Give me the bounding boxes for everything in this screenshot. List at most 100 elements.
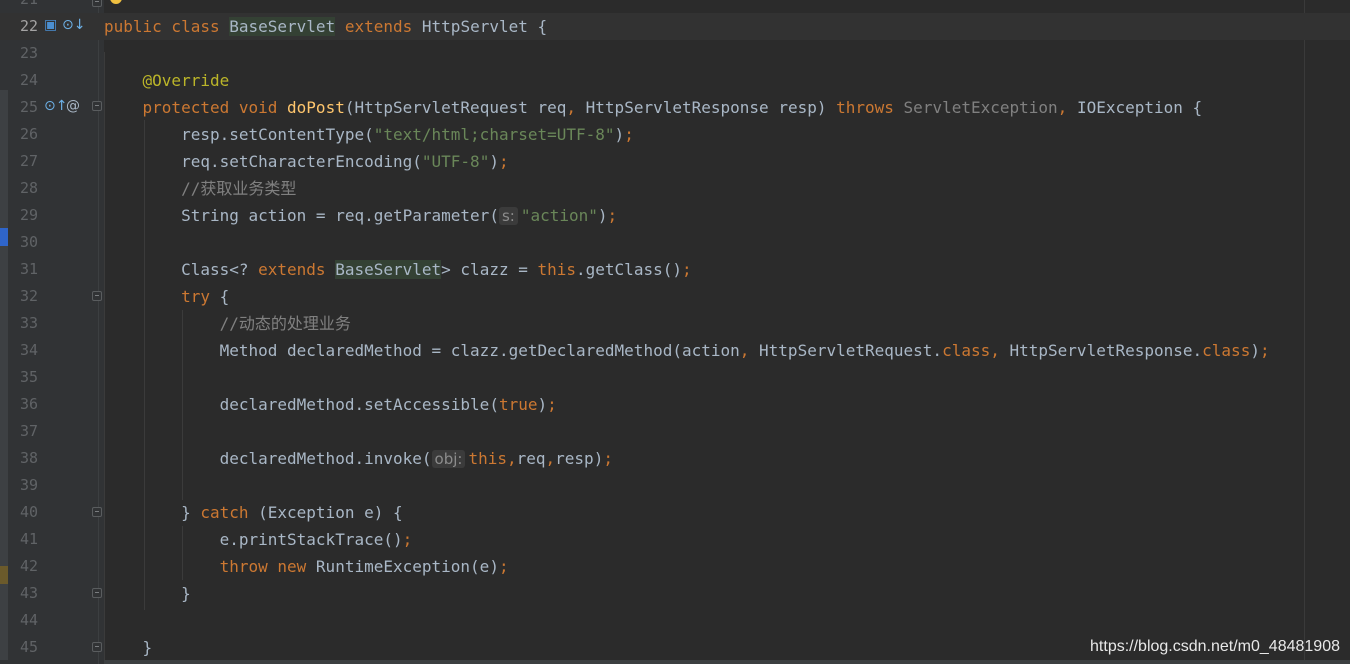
code-text[interactable]: Class<? extends BaseServlet> clazz = thi… [104,256,692,283]
line-number[interactable]: 35 [4,364,38,391]
code-line[interactable]: 26 resp.setContentType("text/html;charse… [0,121,1350,148]
line-number[interactable]: 24 [4,67,38,94]
line-number[interactable]: 23 [4,40,38,67]
line-number[interactable]: 44 [4,607,38,634]
code-token: BaseServlet [335,260,442,279]
fold-toggle-icon[interactable] [92,291,102,301]
code-line[interactable]: 34 Method declaredMethod = clazz.getDecl… [0,337,1350,364]
fold-toggle-icon[interactable] [92,507,102,517]
implements-class-icon[interactable]: ▣ [44,17,57,33]
code-token: ; [607,206,618,225]
line-number[interactable]: 31 [4,256,38,283]
line-number[interactable]: 22 [4,13,38,40]
code-token: declaredMethod.setAccessible( [104,395,499,414]
line-number[interactable]: 32 [4,283,38,310]
code-line[interactable]: 22 public class BaseServlet extends HttpS… [0,13,1350,40]
code-token: ) [537,395,548,414]
parameter-hint: obj: [431,450,466,468]
overridden-method-icon[interactable]: ⊙↓ [62,17,85,33]
code-token: ) [614,125,625,144]
code-text[interactable]: } catch (Exception e) { [104,499,403,526]
code-token: try [181,287,220,306]
code-line[interactable]: 27 req.setCharacterEncoding("UTF-8"); [0,148,1350,175]
code-line[interactable]: 38 declaredMethod.invoke(obj: this,req,re… [0,445,1350,472]
code-token: , [545,449,556,468]
code-line[interactable]: 28 //获取业务类型 [0,175,1350,202]
fold-toggle-icon[interactable] [92,588,102,598]
code-token: RuntimeException(e) [315,557,499,576]
annotation-at-icon[interactable]: @ [66,98,80,114]
code-text[interactable]: } [104,580,191,607]
line-number[interactable]: 28 [4,175,38,202]
fold-toggle-icon[interactable] [92,0,102,7]
code-text[interactable]: resp.setContentType("text/html;charset=U… [104,121,634,148]
line-number[interactable]: 38 [4,445,38,472]
code-line[interactable]: 21 [0,0,1350,13]
line-number[interactable]: 43 [4,580,38,607]
code-text[interactable]: try { [104,283,229,310]
code-line[interactable]: 24 @Override [0,67,1350,94]
code-text[interactable]: Method declaredMethod = clazz.getDeclare… [104,337,1270,364]
line-number[interactable]: 33 [4,310,38,337]
line-number[interactable]: 45 [4,634,38,661]
code-line[interactable]: 31 Class<? extends BaseServlet> clazz = … [0,256,1350,283]
code-token: IOException { [1076,98,1203,117]
code-line[interactable]: 33 //动态的处理业务 [0,310,1350,337]
code-text[interactable]: String action = req.getParameter(s: "acti… [104,202,617,230]
code-line[interactable]: 29 String action = req.getParameter(s: "a… [0,202,1350,229]
code-token: Method declaredMethod = clazz.getDeclare… [104,341,740,360]
line-number[interactable]: 40 [4,499,38,526]
code-line[interactable]: 32 try { [0,283,1350,310]
line-number[interactable]: 36 [4,391,38,418]
code-text[interactable]: throw new RuntimeException(e); [104,553,509,580]
line-number[interactable]: 39 [4,472,38,499]
code-token: "text/html;charset=UTF-8" [373,125,615,144]
code-line[interactable]: 42 throw new RuntimeException(e); [0,553,1350,580]
line-number[interactable]: 21 [4,0,38,13]
code-text[interactable]: //获取业务类型 [104,175,296,202]
line-number[interactable]: 34 [4,337,38,364]
line-number[interactable]: 27 [4,148,38,175]
horizontal-scrollbar[interactable] [104,660,1350,664]
code-token: (HttpServletRequest req [344,98,567,117]
code-token: this, [468,449,517,468]
line-number[interactable]: 41 [4,526,38,553]
line-number[interactable]: 29 [4,202,38,229]
code-text[interactable]: //动态的处理业务 [104,310,351,337]
code-line[interactable]: 25 protected void doPost(HttpServletRequ… [0,94,1350,121]
code-text[interactable]: e.printStackTrace(); [104,526,413,553]
code-line[interactable]: 40 } catch (Exception e) { [0,499,1350,526]
code-text[interactable]: } [104,634,153,661]
fold-toggle-icon[interactable] [92,642,102,652]
line-number[interactable]: 26 [4,121,38,148]
line-number[interactable]: 42 [4,553,38,580]
line-number[interactable]: 37 [4,418,38,445]
code-text[interactable]: req.setCharacterEncoding("UTF-8"); [104,148,509,175]
override-arrow-icon[interactable]: ⊙↑ [44,98,67,114]
code-line[interactable]: 35 [0,364,1350,391]
code-text[interactable]: protected void doPost(HttpServletRequest… [104,94,1203,121]
code-text[interactable]: declaredMethod.invoke(obj: this,req,resp)… [104,445,613,473]
code-text[interactable]: declaredMethod.setAccessible(true); [104,391,557,418]
line-number[interactable]: 30 [4,229,38,256]
code-token: HttpServletRequest. [759,341,943,360]
code-token: ) [489,152,499,171]
code-line[interactable]: 37 [0,418,1350,445]
code-text[interactable]: @Override [104,67,230,94]
code-line[interactable]: 43 } [0,580,1350,607]
code-token: this [537,260,577,279]
code-line[interactable]: 36 declaredMethod.setAccessible(true); [0,391,1350,418]
code-editor[interactable]: 2122 public class BaseServlet extends Htt… [0,0,1350,664]
code-text[interactable]: public class BaseServlet extends HttpSer… [104,13,547,40]
code-token: doPost [287,98,345,117]
code-line[interactable]: 44 [0,607,1350,634]
code-line[interactable]: 39 [0,472,1350,499]
code-token: } [104,584,191,603]
code-line[interactable]: 23 [0,40,1350,67]
code-line[interactable]: 30 [0,229,1350,256]
line-number[interactable]: 25 [4,94,38,121]
code-line[interactable]: 41 e.printStackTrace(); [0,526,1350,553]
fold-toggle-icon[interactable] [92,101,102,111]
